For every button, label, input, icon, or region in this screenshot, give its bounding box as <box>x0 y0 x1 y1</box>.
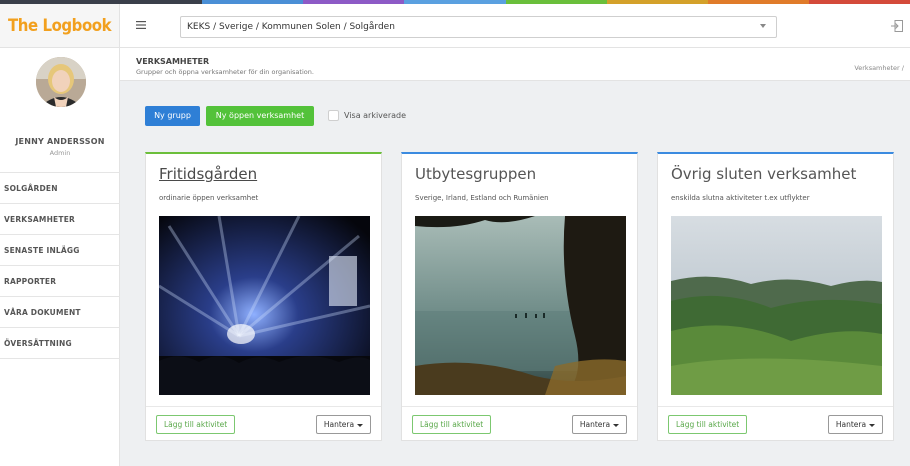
manage-label: Hantera <box>579 420 611 429</box>
manage-dropdown-button[interactable]: Hantera <box>572 415 627 434</box>
page-header: VERKSAMHETER Grupper och öppna verksamhe… <box>120 48 910 81</box>
brand-logo-area[interactable]: The Logbook <box>0 4 120 48</box>
sidebar-item-label: ÖVERSÄTTNING <box>4 339 72 348</box>
card-footer: Lägg till aktivitet Hantera <box>146 406 381 440</box>
hamburger-menu-icon[interactable] <box>136 17 146 33</box>
sidebar-item-label: SOLGÅRDEN <box>4 184 58 193</box>
organisation-select-value: KEKS / Sverige / Kommunen Solen / Solgår… <box>187 22 395 32</box>
manage-label: Hantera <box>835 420 867 429</box>
activity-card: Utbytesgruppen Sverige, Irland, Estland … <box>401 152 638 441</box>
sidebar-item-solgarden[interactable]: SOLGÅRDEN <box>0 173 120 204</box>
page-title: VERKSAMHETER <box>136 57 210 66</box>
manage-dropdown-button[interactable]: Hantera <box>316 415 371 434</box>
breadcrumb[interactable]: Verksamheter / <box>854 64 904 72</box>
card-description: ordinarie öppen verksamhet <box>159 194 259 202</box>
sidebar-item-vara-dokument[interactable]: VÅRA DOKUMENT <box>0 297 120 328</box>
add-activity-button[interactable]: Lägg till aktivitet <box>668 415 748 434</box>
user-role: Admin <box>49 149 71 157</box>
card-image-concert <box>159 216 370 395</box>
activity-card: Övrig sluten verksamhet enskilda slutna … <box>657 152 894 441</box>
show-archived-checkbox[interactable] <box>328 110 339 121</box>
sidebar-nav: SOLGÅRDEN VERKSAMHETER SENASTE INLÄGG RA… <box>0 172 120 359</box>
card-footer: Lägg till aktivitet Hantera <box>402 406 637 440</box>
add-activity-button[interactable]: Lägg till aktivitet <box>156 415 236 434</box>
sidebar-item-label: VERKSAMHETER <box>4 215 75 224</box>
card-image-misty-lake <box>415 216 626 395</box>
sidebar-item-senaste-inlagg[interactable]: SENASTE INLÄGG <box>0 235 120 266</box>
add-activity-button[interactable]: Lägg till aktivitet <box>412 415 492 434</box>
card-description: Sverige, Irland, Estland och Rumänien <box>415 194 549 202</box>
top-bar: KEKS / Sverige / Kommunen Solen / Solgår… <box>120 4 910 48</box>
avatar[interactable] <box>36 57 86 107</box>
new-group-button[interactable]: Ny grupp <box>145 106 200 126</box>
sidebar-item-label: VÅRA DOKUMENT <box>4 308 81 317</box>
caret-down-icon <box>357 423 364 427</box>
sidebar-item-label: SENASTE INLÄGG <box>4 246 80 255</box>
caret-down-icon <box>613 423 620 427</box>
card-image-green-hills <box>671 216 882 395</box>
caret-down-icon <box>869 423 876 427</box>
activity-card: Fritidsgården ordinarie öppen verksamhet <box>145 152 382 441</box>
new-open-activity-button[interactable]: Ny öppen verksamhet <box>206 106 314 126</box>
card-title-link[interactable]: Övrig sluten verksamhet <box>671 165 856 183</box>
user-name: JENNY ANDERSSON <box>15 137 105 146</box>
organisation-select[interactable]: KEKS / Sverige / Kommunen Solen / Solgår… <box>180 16 777 38</box>
card-description: enskilda slutna aktiviteter t.ex utflykt… <box>671 194 810 202</box>
manage-dropdown-button[interactable]: Hantera <box>828 415 883 434</box>
manage-label: Hantera <box>323 420 355 429</box>
sidebar-item-verksamheter[interactable]: VERKSAMHETER <box>0 204 120 235</box>
card-title-link[interactable]: Fritidsgården <box>159 165 257 183</box>
card-footer: Lägg till aktivitet Hantera <box>658 406 893 440</box>
page-subtitle: Grupper och öppna verksamheter för din o… <box>136 68 314 76</box>
sidebar-item-label: RAPPORTER <box>4 277 57 286</box>
brand-logo: The Logbook <box>7 15 112 36</box>
sidebar-item-rapporter[interactable]: RAPPORTER <box>0 266 120 297</box>
chevron-down-icon <box>760 24 766 28</box>
sidebar-item-oversattning[interactable]: ÖVERSÄTTNING <box>0 328 120 359</box>
sidebar: JENNY ANDERSSON Admin SOLGÅRDEN VERKSAMH… <box>0 48 120 466</box>
show-archived-label: Visa arkiverade <box>344 111 407 120</box>
logout-icon[interactable] <box>890 18 904 32</box>
card-title-link[interactable]: Utbytesgruppen <box>415 165 536 183</box>
